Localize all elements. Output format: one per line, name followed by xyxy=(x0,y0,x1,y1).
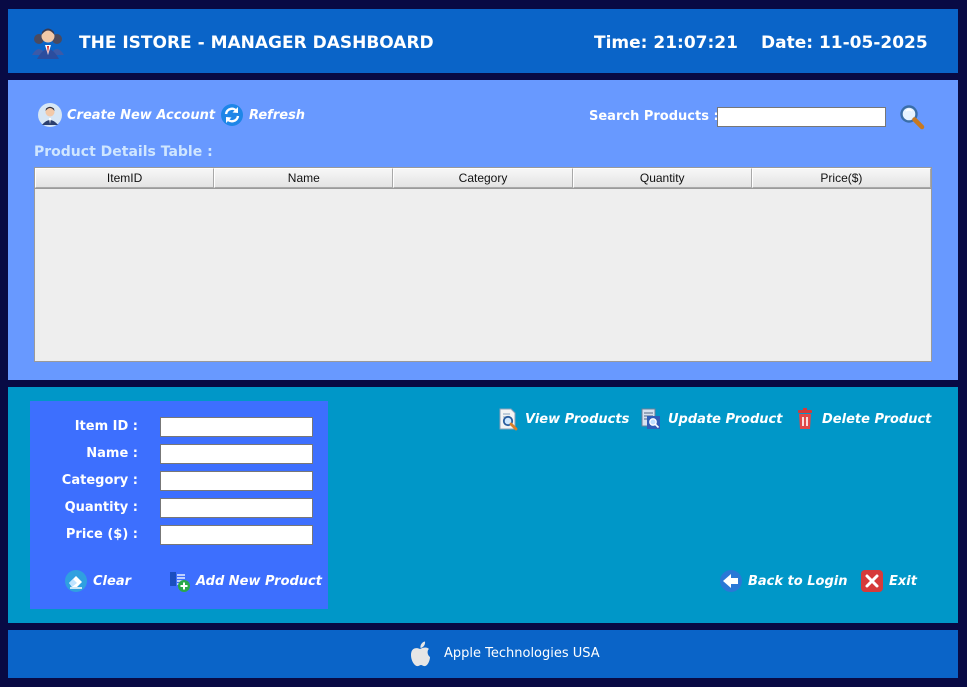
column-header-category[interactable]: Category xyxy=(393,168,573,188)
back-to-login-label: Back to Login xyxy=(748,573,848,589)
search-input[interactable] xyxy=(717,107,886,127)
name-field[interactable] xyxy=(160,444,313,464)
clock-time: Time: 21:07:21 xyxy=(594,33,738,53)
add-new-product-label: Add New Product xyxy=(196,573,322,589)
back-arrow-icon xyxy=(720,570,742,592)
manager-team-icon xyxy=(32,28,64,59)
name-label: Name : xyxy=(86,446,138,461)
header-bar: THE ISTORE - MANAGER DASHBOARD Time: 21:… xyxy=(8,9,958,73)
view-products-button[interactable]: View Products xyxy=(496,407,629,431)
item-id-field[interactable] xyxy=(160,417,313,437)
products-panel: Create New Account Refresh Search Produc… xyxy=(8,80,958,380)
quantity-field[interactable] xyxy=(160,498,313,518)
add-new-product-button[interactable]: Add New Product xyxy=(167,569,322,593)
category-field[interactable] xyxy=(160,471,313,491)
refresh-icon xyxy=(221,104,243,126)
create-account-label: Create New Account xyxy=(67,107,216,123)
column-header-itemid[interactable]: ItemID xyxy=(35,168,215,188)
exit-label: Exit xyxy=(889,573,917,589)
eraser-icon xyxy=(65,570,87,592)
exit-button[interactable]: Exit xyxy=(860,569,917,593)
current-date: Date: 11-05-2025 xyxy=(761,33,928,53)
column-header-name[interactable]: Name xyxy=(214,168,394,188)
price-field[interactable] xyxy=(160,525,313,545)
back-to-login-button[interactable]: Back to Login xyxy=(719,569,847,593)
delete-product-label: Delete Product xyxy=(822,411,932,427)
quantity-label: Quantity : xyxy=(64,500,138,515)
price-label: Price ($) : xyxy=(65,527,138,542)
form-section: Item ID : Name : Category : Quantity : P… xyxy=(8,387,958,623)
view-products-label: View Products xyxy=(525,411,630,427)
product-form-panel: Item ID : Name : Category : Quantity : P… xyxy=(30,401,328,609)
update-sheet-icon xyxy=(641,408,660,429)
product-table[interactable]: ItemID Name Category Quantity Price($) xyxy=(34,167,932,362)
add-product-icon xyxy=(170,572,190,592)
create-account-link[interactable]: Create New Account xyxy=(38,103,215,127)
column-header-quantity[interactable]: Quantity xyxy=(572,168,752,188)
delete-product-button[interactable]: Delete Product xyxy=(793,407,931,431)
trash-icon xyxy=(798,408,812,429)
clear-label: Clear xyxy=(93,573,131,589)
update-product-button[interactable]: Update Product xyxy=(639,407,782,431)
app-title: THE ISTORE - MANAGER DASHBOARD xyxy=(79,33,434,53)
search-magnifier-icon[interactable] xyxy=(898,104,928,132)
search-label: Search Products : xyxy=(589,109,719,124)
footer-bar: Apple Technologies USA xyxy=(8,630,958,678)
close-icon xyxy=(861,570,883,592)
refresh-link[interactable]: Refresh xyxy=(220,103,305,127)
user-avatar-icon xyxy=(38,103,62,127)
refresh-label: Refresh xyxy=(249,107,306,123)
view-document-icon xyxy=(499,408,518,431)
table-body[interactable] xyxy=(35,188,931,361)
apple-logo-icon xyxy=(411,641,430,667)
clear-button[interactable]: Clear xyxy=(64,569,131,593)
update-product-label: Update Product xyxy=(668,411,783,427)
table-title: Product Details Table : xyxy=(34,144,213,160)
company-name: Apple Technologies USA xyxy=(444,646,600,661)
category-label: Category : xyxy=(61,473,138,488)
column-header-price[interactable]: Price($) xyxy=(751,168,932,188)
item-id-label: Item ID : xyxy=(74,419,138,434)
table-header-row: ItemID Name Category Quantity Price($) xyxy=(35,168,932,188)
